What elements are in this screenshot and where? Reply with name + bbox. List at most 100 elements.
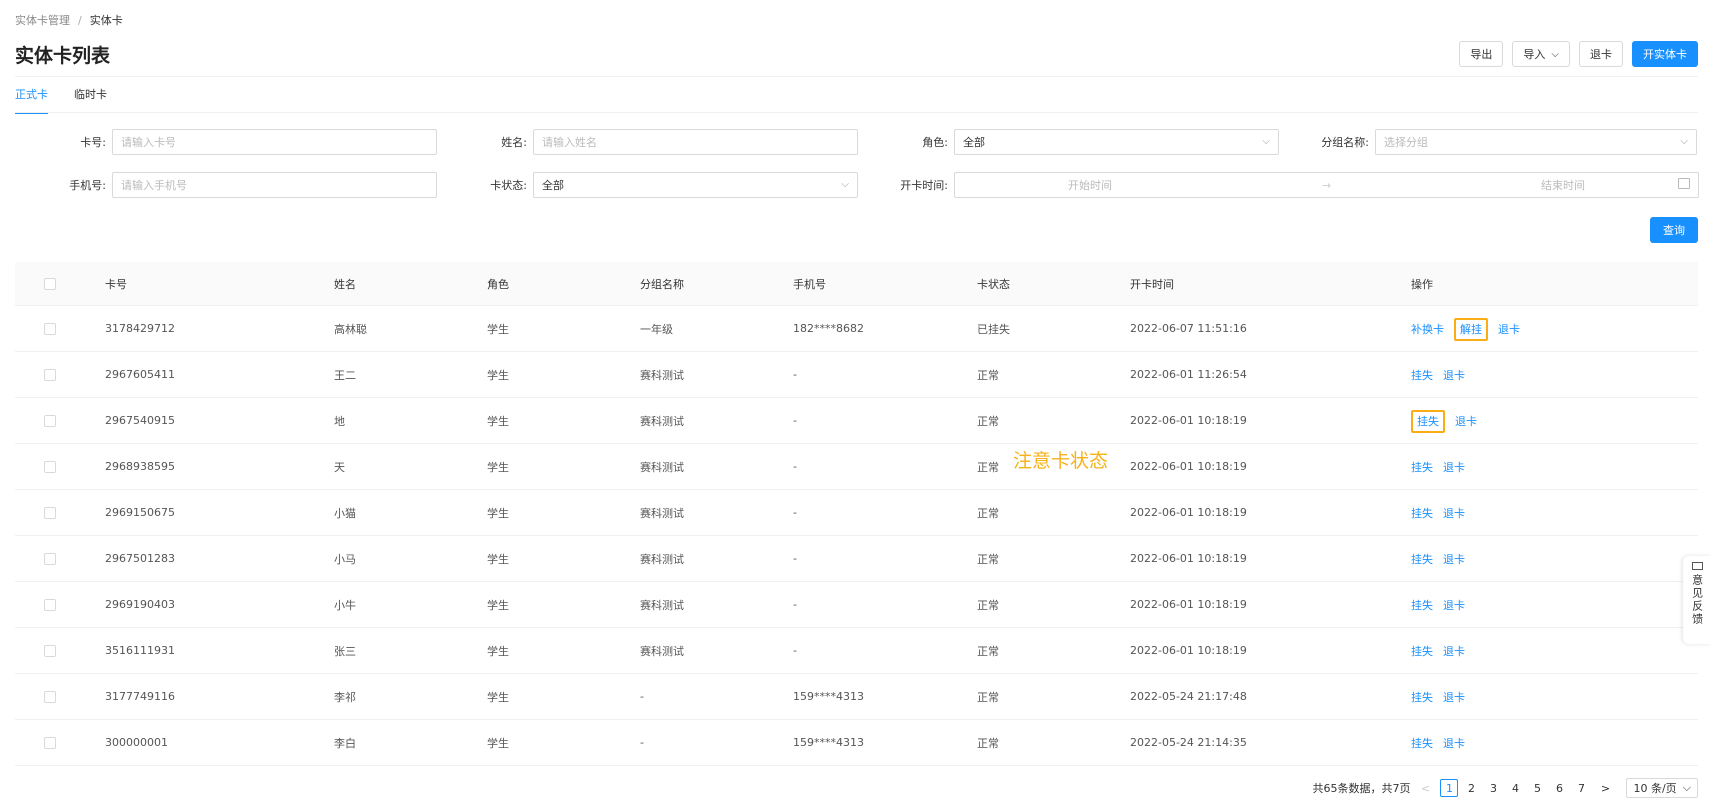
name-input[interactable]: 请输入姓名 (533, 129, 858, 155)
cell-ops: 挂失 退卡 (1411, 643, 1475, 659)
row-checkbox[interactable] (44, 598, 56, 611)
op-link-refund[interactable]: 退卡 (1498, 323, 1520, 336)
tab-temp-card[interactable]: 临时卡 (74, 86, 107, 114)
cell-time: 2022-06-01 10:18:19 (1130, 460, 1247, 473)
page-number[interactable]: 1 (1440, 779, 1459, 797)
cell-name: 小马 (334, 552, 356, 566)
op-link-unlock[interactable]: 解挂 (1454, 317, 1488, 341)
table-header: 卡号 姓名 角色 分组名称 手机号 卡状态 开卡时间 操作 (15, 262, 1698, 306)
open-card-button[interactable]: 开实体卡 (1632, 41, 1698, 67)
tab-formal-card[interactable]: 正式卡 (15, 86, 48, 114)
op-link-report-loss[interactable]: 挂失 (1411, 599, 1433, 612)
op-link-refund[interactable]: 退卡 (1443, 369, 1465, 382)
row-checkbox[interactable] (44, 460, 56, 473)
cell-role: 学生 (487, 506, 509, 520)
op-link-report-loss[interactable]: 挂失 (1411, 409, 1445, 433)
table-row: 3177749116 李祁 学生 - 159****4313 正常 2022-05-24 2… (15, 674, 1698, 720)
op-link-report-loss[interactable]: 挂失 (1411, 645, 1433, 658)
header-role: 角色 (487, 277, 509, 291)
card-no-input[interactable]: 请输入卡号 (112, 129, 437, 155)
row-checkbox[interactable] (44, 414, 56, 427)
export-button[interactable]: 导出 (1459, 41, 1504, 67)
table-row: 2967501283 小马 学生 赛科测试 - 正常 2022-06-01 10:18:19… (15, 536, 1698, 582)
op-link-refund[interactable]: 退卡 (1443, 507, 1465, 520)
row-checkbox[interactable] (44, 322, 56, 335)
cell-card: 2967501283 (105, 552, 175, 565)
op-link-report-loss[interactable]: 挂失 (1411, 507, 1433, 520)
op-link-report-loss[interactable]: 挂失 (1411, 737, 1433, 750)
op-link-report-loss[interactable]: 挂失 (1411, 553, 1433, 566)
row-checkbox[interactable] (44, 552, 56, 565)
select-all-checkbox[interactable] (44, 277, 56, 290)
annotation-note: 注意卡状态 (1013, 450, 1109, 472)
cell-status: 正常 (977, 644, 999, 658)
op-link-refund[interactable]: 退卡 (1443, 553, 1465, 566)
cell-group: 赛科测试 (640, 598, 684, 612)
cell-name: 王二 (334, 368, 356, 382)
row-checkbox[interactable] (44, 368, 56, 381)
cell-card: 3516111931 (105, 644, 175, 657)
op-link-refund[interactable]: 退卡 (1443, 737, 1465, 750)
row-checkbox[interactable] (44, 736, 56, 749)
feedback-tab[interactable]: 意见反馈 (1683, 556, 1711, 644)
header-divider (15, 76, 1698, 77)
role-value: 全部 (963, 136, 985, 149)
cell-time: 2022-06-01 10:18:19 (1130, 644, 1247, 657)
header-card: 卡号 (105, 277, 127, 291)
op-link-refund[interactable]: 退卡 (1443, 461, 1465, 474)
cell-phone: 159****4313 (793, 736, 864, 749)
op-link-report-loss[interactable]: 挂失 (1411, 369, 1433, 382)
cell-card: 2969190403 (105, 598, 175, 611)
chevron-down-icon: ⌵ (1262, 136, 1270, 147)
role-select[interactable]: 全部 ⌵ (954, 129, 1279, 155)
breadcrumb-parent[interactable]: 实体卡管理 (15, 14, 70, 27)
cell-status: 正常 (977, 460, 999, 474)
group-select[interactable]: 选择分组 ⌵ (1375, 129, 1697, 155)
page-number[interactable]: 7 (1572, 779, 1590, 797)
page-number[interactable]: 6 (1550, 779, 1568, 797)
phone-input[interactable]: 请输入手机号 (112, 172, 437, 198)
table-row: 3516111931 张三 学生 赛科测试 - 正常 2022-06-01 10:18:19… (15, 628, 1698, 674)
start-time-placeholder: 开始时间 (1067, 179, 1112, 192)
breadcrumb-separator: / (78, 14, 82, 27)
op-link-refund[interactable]: 退卡 (1443, 599, 1465, 612)
cell-ops: 挂失 退卡 (1411, 409, 1487, 433)
page-number[interactable]: 5 (1528, 779, 1546, 797)
page-number[interactable]: 2 (1462, 779, 1480, 797)
page-size-select[interactable]: 10 条/页 ⌵ (1626, 778, 1698, 798)
phone-label: 手机号: (69, 179, 106, 192)
op-link-refund[interactable]: 退卡 (1455, 415, 1477, 428)
tabs-divider (15, 112, 1698, 113)
pagination-summary: 共65条数据，共7页 (1312, 782, 1411, 795)
page-number[interactable]: 4 (1506, 779, 1524, 797)
op-link-report-loss[interactable]: 挂失 (1411, 461, 1433, 474)
cell-role: 学生 (487, 322, 509, 336)
op-link-replace[interactable]: 补换卡 (1411, 323, 1444, 336)
cell-ops: 挂失 退卡 (1411, 505, 1475, 521)
group-placeholder: 选择分组 (1384, 136, 1428, 149)
cell-time: 2022-06-01 10:18:19 (1130, 598, 1247, 611)
op-link-refund[interactable]: 退卡 (1443, 645, 1465, 658)
open-time-range[interactable]: 开始时间 → 结束时间 (954, 172, 1699, 198)
next-page-button[interactable]: > (1596, 779, 1614, 797)
cell-phone: 182****8682 (793, 322, 864, 335)
prev-page-button[interactable]: < (1416, 779, 1434, 797)
op-link-refund[interactable]: 退卡 (1443, 691, 1465, 704)
op-link-report-loss[interactable]: 挂失 (1411, 691, 1433, 704)
page-number[interactable]: 3 (1484, 779, 1502, 797)
cell-name: 小猫 (334, 506, 356, 520)
status-select[interactable]: 全部 ⌵ (533, 172, 858, 198)
query-button[interactable]: 查询 (1650, 217, 1698, 243)
row-checkbox[interactable] (44, 690, 56, 703)
cell-phone: - (793, 460, 797, 473)
row-checkbox[interactable] (44, 506, 56, 519)
cell-name: 天 (334, 460, 345, 474)
row-checkbox[interactable] (44, 644, 56, 657)
filter-name: 姓名: 请输入姓名 (461, 129, 858, 155)
refund-button[interactable]: 退卡 (1579, 41, 1623, 67)
top-actions: 导出 导入 ⌵ 退卡 开实体卡 (1459, 41, 1698, 67)
cell-card: 3178429712 (105, 322, 175, 335)
end-time-placeholder: 结束时间 (1541, 179, 1586, 192)
chevron-down-icon: ⌵ (1551, 48, 1559, 60)
import-button[interactable]: 导入 ⌵ (1512, 41, 1570, 67)
